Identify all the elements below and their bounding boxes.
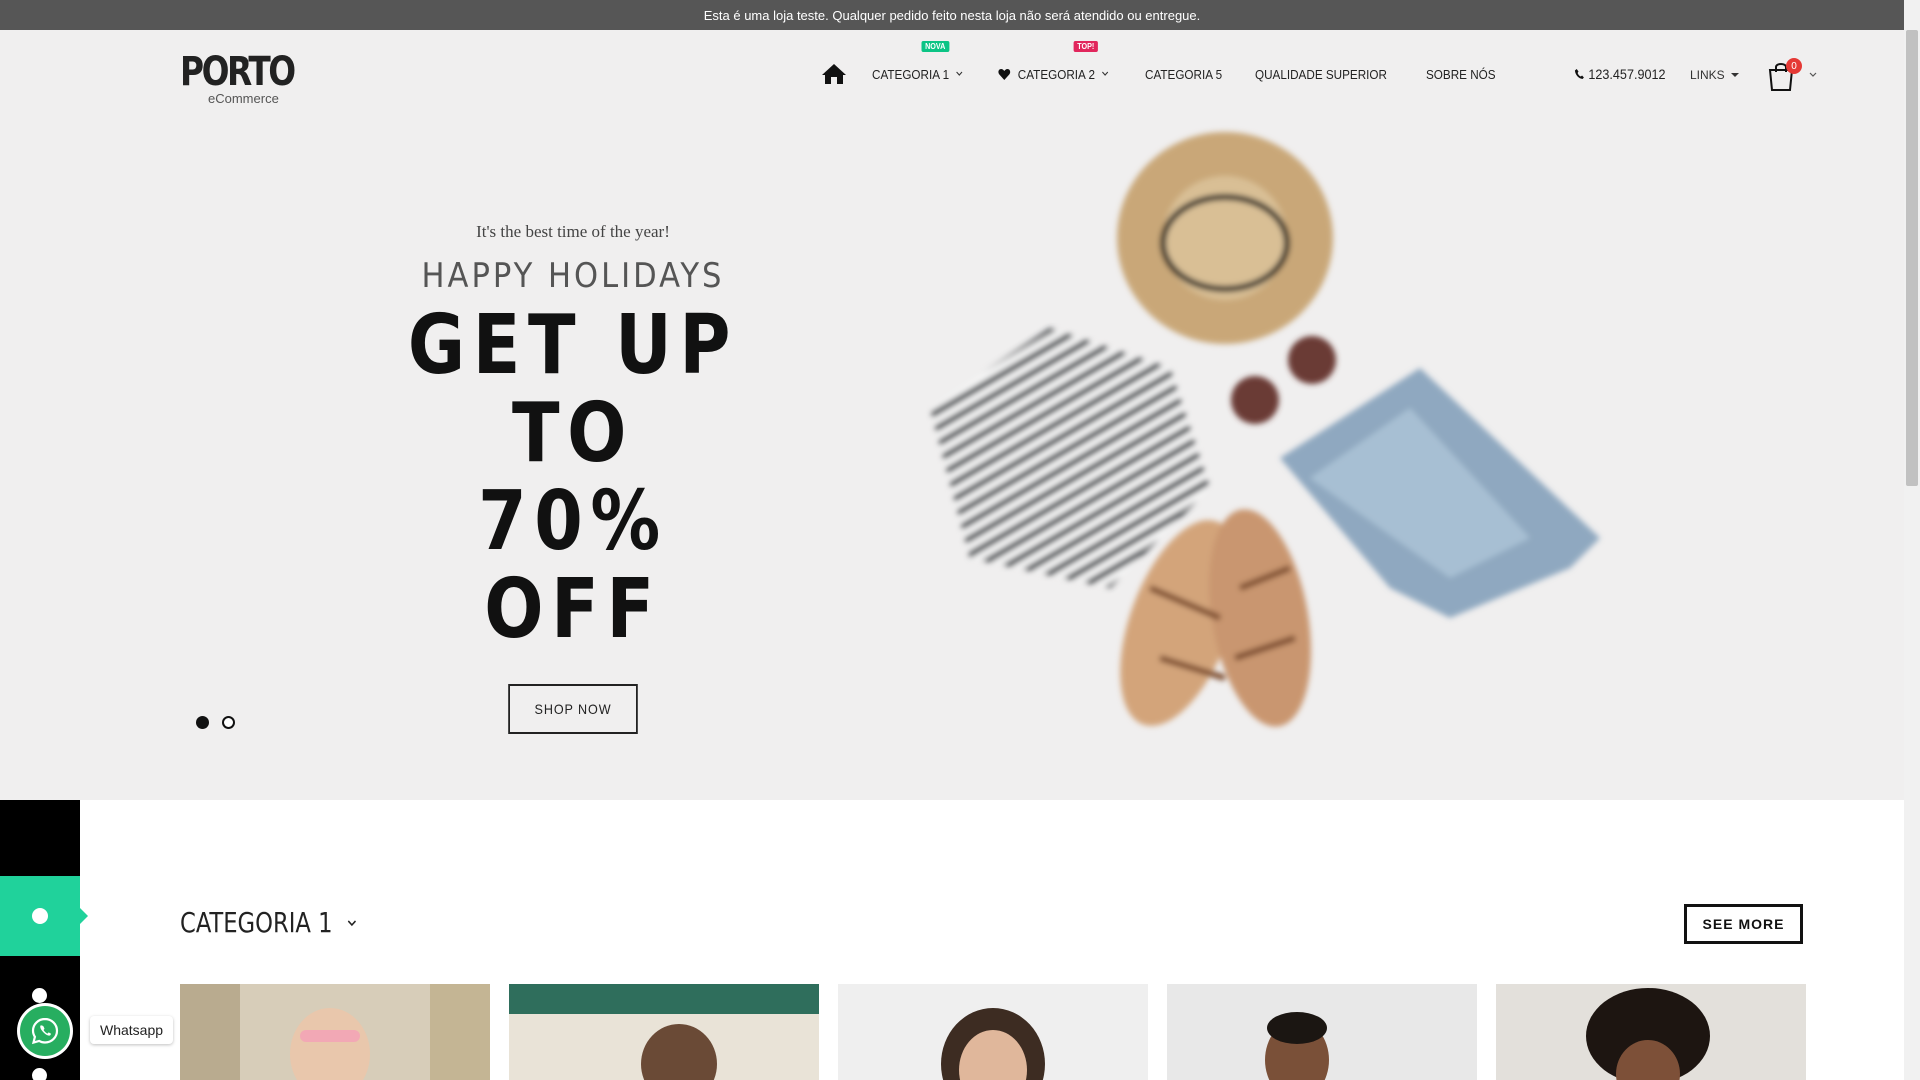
product-card[interactable] bbox=[838, 984, 1148, 1080]
side-nav-dot-3[interactable] bbox=[32, 1068, 47, 1080]
category-title[interactable]: CATEGORIA 1 bbox=[180, 906, 358, 939]
notice-text: Esta é uma loja teste. Qualquer pedido f… bbox=[703, 7, 1201, 23]
side-nav-dot-1[interactable] bbox=[32, 908, 48, 924]
hero-slider: It's the best time of the year! HAPPY HO… bbox=[0, 118, 1904, 800]
slider-dot-2[interactable] bbox=[222, 716, 235, 729]
hero-fashion-image bbox=[930, 132, 1600, 727]
whatsapp-button[interactable] bbox=[20, 1006, 70, 1056]
heart-icon bbox=[998, 68, 1010, 80]
caret-down-icon bbox=[1730, 73, 1739, 77]
product-image bbox=[1496, 984, 1806, 1080]
hero-content: It's the best time of the year! HAPPY HO… bbox=[372, 222, 774, 734]
product-card[interactable] bbox=[1167, 984, 1477, 1080]
main-nav: NOVA CATEGORIA 1 TOP! CATEGORIA 2 CATEGO… bbox=[820, 30, 1527, 118]
slider-pagination bbox=[196, 716, 248, 729]
product-image bbox=[1167, 984, 1477, 1080]
category-title-text: CATEGORIA 1 bbox=[180, 906, 333, 939]
hero-kicker: It's the best time of the year! bbox=[476, 222, 670, 241]
phone-link[interactable]: 123.457.9012 bbox=[1574, 66, 1665, 82]
links-label: LINKS bbox=[1690, 68, 1725, 82]
logo-sub: eCommerce bbox=[208, 91, 279, 106]
hero-title-line-1: GET UP TO bbox=[407, 298, 739, 481]
chevron-down-icon bbox=[1101, 71, 1108, 76]
logo-main: PORTO bbox=[180, 49, 296, 95]
product-image bbox=[838, 984, 1148, 1080]
product-image bbox=[180, 984, 490, 1080]
side-nav-dot-2[interactable] bbox=[32, 988, 47, 1003]
notice-bar: Esta é uma loja teste. Qualquer pedido f… bbox=[0, 0, 1904, 30]
chevron-down-icon bbox=[955, 71, 963, 76]
nav-label-categoria-2: CATEGORIA 2 bbox=[1017, 66, 1095, 82]
nav-badge-top: TOP! bbox=[1073, 40, 1098, 52]
page: Esta é uma loja teste. Qualquer pedido f… bbox=[0, 0, 1920, 1080]
nav-label-categoria-5: CATEGORIA 5 bbox=[1145, 66, 1223, 82]
nav-badge-nova: NOVA bbox=[921, 40, 949, 52]
product-grid bbox=[180, 984, 1825, 1080]
shop-now-button[interactable]: SHOP NOW bbox=[508, 684, 638, 734]
whatsapp-icon bbox=[31, 1017, 59, 1045]
nav-item-categoria-2[interactable]: TOP! CATEGORIA 2 bbox=[998, 40, 1109, 82]
whatsapp-label[interactable]: Whatsapp bbox=[90, 1016, 174, 1044]
see-more-button[interactable]: SEE MORE bbox=[1684, 904, 1803, 944]
scrollbar-thumb[interactable] bbox=[1906, 30, 1918, 486]
logo[interactable]: PORTO eCommerce bbox=[180, 49, 319, 106]
nav-item-categoria-5[interactable]: CATEGORIA 5 bbox=[1145, 67, 1222, 82]
phone-number: 123.457.9012 bbox=[1588, 66, 1666, 82]
nav-item-sobre-nos[interactable]: SOBRE NÓS bbox=[1426, 67, 1496, 82]
chevron-down-icon bbox=[348, 919, 357, 926]
nav-label-sobre-nos: SOBRE NÓS bbox=[1425, 66, 1496, 82]
chevron-down-icon[interactable] bbox=[1808, 70, 1818, 80]
nav-label-qualidade-superior: QUALIDADE SUPERIOR bbox=[1255, 66, 1388, 82]
nav-item-qualidade-superior[interactable]: QUALIDADE SUPERIOR bbox=[1255, 67, 1387, 82]
nav-item-categoria-1[interactable]: NOVA CATEGORIA 1 bbox=[872, 40, 964, 82]
nav-label-categoria-1: CATEGORIA 1 bbox=[872, 66, 950, 82]
header: PORTO eCommerce NOVA CATEGORIA 1 TOP! CA… bbox=[0, 30, 1904, 118]
product-card[interactable] bbox=[180, 984, 490, 1080]
hero-subtitle: HAPPY HOLIDAYS bbox=[421, 256, 725, 296]
links-dropdown[interactable]: LINKS bbox=[1690, 68, 1739, 82]
phone-icon bbox=[1574, 69, 1584, 79]
product-image bbox=[509, 984, 819, 1080]
product-card[interactable] bbox=[509, 984, 819, 1080]
slider-dot-1[interactable] bbox=[196, 716, 209, 729]
cart-count-badge: 0 bbox=[1786, 58, 1802, 74]
home-icon[interactable] bbox=[820, 62, 848, 86]
product-card[interactable] bbox=[1496, 984, 1806, 1080]
hero-title-line-2: 70% OFF bbox=[478, 474, 668, 657]
